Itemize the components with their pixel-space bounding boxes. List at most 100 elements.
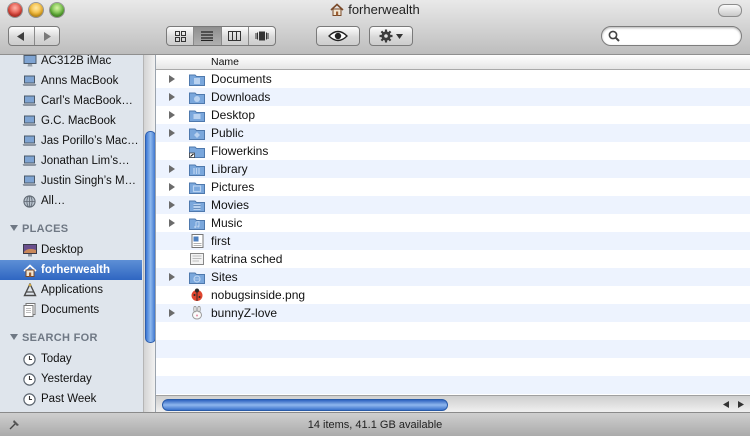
home-icon (330, 3, 344, 16)
laptop-icon (22, 154, 37, 168)
scroll-right-button[interactable] (734, 399, 747, 410)
disclosure-triangle-icon[interactable] (169, 309, 175, 317)
sidebar-item-label: forherwealth (41, 264, 111, 276)
list-item[interactable]: nobugsinside.png (156, 286, 750, 304)
list-item[interactable]: Library (156, 160, 750, 178)
folder-icon (189, 90, 205, 104)
list-item[interactable]: bunnyZ-love (156, 304, 750, 322)
status-text: 14 items, 41.1 GB available (307, 419, 443, 431)
search-input[interactable] (622, 29, 734, 43)
forward-button[interactable] (35, 27, 60, 45)
forward-arrow-icon (43, 31, 51, 41)
empty-row (156, 376, 750, 394)
back-forward-control (8, 26, 60, 46)
list-item[interactable]: Music (156, 214, 750, 232)
folder-icon (189, 216, 205, 230)
disclosure-triangle-icon[interactable] (169, 111, 175, 119)
places-header-label: PLACES (22, 223, 69, 235)
sidebar: AC312B iMac Anns MacBook Carl’s MacBook…… (0, 55, 156, 412)
sidebar-item-anns-macbook[interactable]: Anns MacBook (0, 71, 142, 91)
empty-row (156, 358, 750, 376)
disclosure-triangle-icon[interactable] (169, 93, 175, 101)
list-view-icon (201, 31, 214, 41)
quick-look-button[interactable] (316, 26, 360, 46)
clock-icon (22, 372, 37, 386)
disclosure-triangle-icon[interactable] (169, 183, 175, 191)
column-header-label: Name (211, 56, 240, 68)
sidebar-scrollbar[interactable] (143, 55, 155, 412)
list-item[interactable]: first (156, 232, 750, 250)
sidebar-item-label: Carl’s MacBook… (41, 95, 133, 107)
sidebar-item-carls-macbook[interactable]: Carl’s MacBook… (0, 91, 142, 111)
folder-icon (189, 180, 205, 194)
sidebar-item-today[interactable]: Today (0, 349, 142, 369)
sidebar-item-documents[interactable]: Documents (0, 300, 142, 320)
sidebar-item-label: Jas Porillo’s Mac… (41, 135, 139, 147)
disclosure-triangle-icon[interactable] (169, 129, 175, 137)
list-item[interactable]: Flowerkins (156, 142, 750, 160)
back-button[interactable] (9, 27, 35, 45)
column-view-icon (228, 31, 242, 41)
sidebar-item-all[interactable]: All… (0, 191, 142, 211)
list-item[interactable]: Downloads (156, 88, 750, 106)
list-view-button[interactable] (194, 27, 222, 45)
file-name: Documents (211, 72, 272, 86)
sidebar-item-label: Today (41, 353, 72, 365)
sidebar-item-jas-porillos-mac[interactable]: Jas Porillo’s Mac… (0, 131, 142, 151)
scroll-left-button[interactable] (719, 399, 732, 410)
disclosure-triangle-icon[interactable] (169, 273, 175, 281)
sidebar-item-label: Justin Singh’s M… (41, 175, 137, 187)
sidebar-item-label: Anns MacBook (41, 75, 119, 87)
icon-view-button[interactable] (167, 27, 195, 45)
search-icon (608, 30, 620, 42)
document-icon (189, 234, 205, 248)
sidebar-item-ac312b-imac[interactable]: AC312B iMac (0, 55, 142, 71)
sidebar-item-label: AC312B iMac (41, 55, 112, 67)
coverflow-view-button[interactable] (249, 27, 275, 45)
file-name: Library (211, 162, 248, 176)
action-menu-button[interactable] (369, 26, 413, 46)
sidebar-item-applications[interactable]: Applications (0, 280, 142, 300)
status-bar: 14 items, 41.1 GB available (0, 412, 750, 436)
laptop-icon (22, 94, 37, 108)
laptop-icon (22, 174, 37, 188)
places-header[interactable]: PLACES (10, 223, 68, 235)
sidebar-item-label: Documents (41, 304, 100, 316)
sidebar-scrollbar-thumb[interactable] (145, 131, 155, 343)
toolbar-toggle-button[interactable] (718, 4, 742, 17)
disclosure-triangle-icon[interactable] (169, 219, 175, 227)
name-column-header[interactable]: Name (156, 55, 750, 70)
sidebar-item-gc-macbook[interactable]: G.C. MacBook (0, 111, 142, 131)
list-item[interactable]: Desktop (156, 106, 750, 124)
disclosure-triangle-icon[interactable] (169, 165, 175, 173)
disclosure-triangle-icon[interactable] (169, 201, 175, 209)
list-item[interactable]: Public (156, 124, 750, 142)
window-title: forherwealth (0, 2, 750, 17)
list-item[interactable]: Documents (156, 70, 750, 88)
icon-view-icon (174, 30, 186, 42)
disclosure-triangle-icon[interactable] (169, 75, 175, 83)
disclosure-triangle-icon (10, 334, 18, 340)
list-item[interactable]: Sites (156, 268, 750, 286)
laptop-icon (22, 134, 37, 148)
column-view-button[interactable] (222, 27, 249, 45)
sidebar-item-jonathan-lims[interactable]: Jonathan Lim’s… (0, 151, 142, 171)
horizontal-scrollbar-thumb[interactable] (162, 399, 448, 411)
eye-icon (328, 30, 348, 42)
list-item[interactable]: Pictures (156, 178, 750, 196)
laptop-icon (22, 74, 37, 88)
sidebar-item-justin-singhs[interactable]: Justin Singh’s M… (0, 171, 142, 191)
list-item[interactable]: katrina sched (156, 250, 750, 268)
sidebar-item-past-week[interactable]: Past Week (0, 389, 142, 409)
sidebar-item-yesterday[interactable]: Yesterday (0, 369, 142, 389)
clock-icon (22, 392, 37, 406)
file-name: Desktop (211, 108, 256, 122)
file-name: nobugsinside.png (211, 288, 306, 302)
folder-icon (189, 270, 205, 284)
sidebar-item-desktop[interactable]: Desktop (0, 240, 142, 260)
horizontal-scrollbar[interactable] (156, 395, 750, 413)
file-name: Downloads (211, 90, 271, 104)
list-item[interactable]: Movies (156, 196, 750, 214)
sidebar-item-forherwealth[interactable]: forherwealth (0, 260, 142, 280)
search-for-header[interactable]: SEARCH FOR (10, 332, 98, 344)
